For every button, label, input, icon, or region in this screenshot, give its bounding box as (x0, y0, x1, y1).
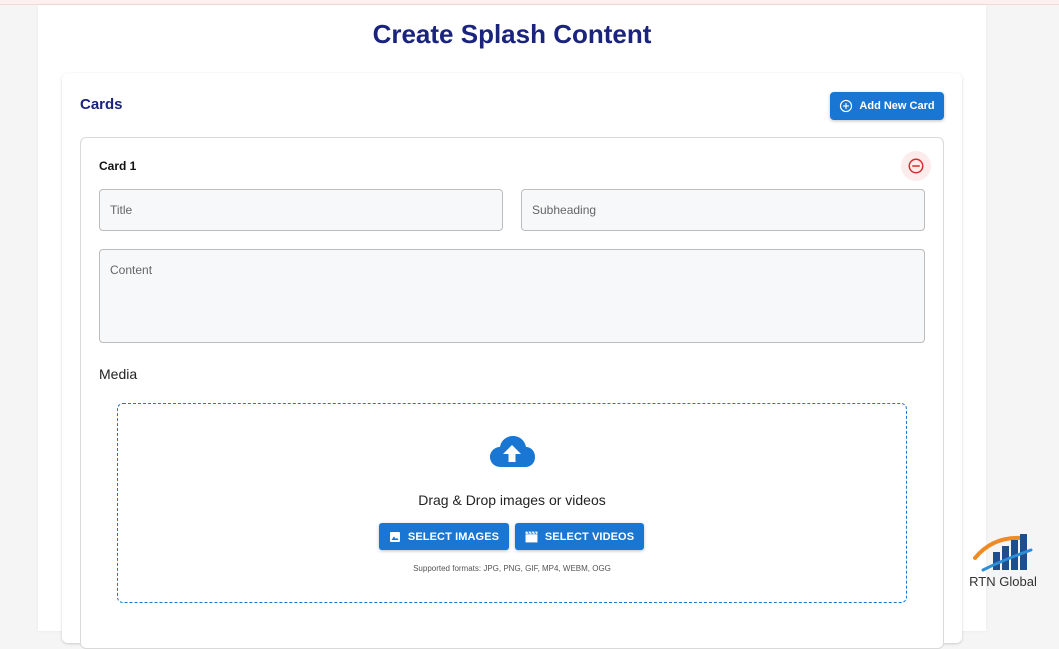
cards-heading: Cards (80, 96, 123, 113)
video-icon (525, 530, 538, 543)
title-field[interactable]: Title (99, 189, 503, 231)
subheading-field[interactable]: Subheading (521, 189, 925, 231)
add-new-card-button[interactable]: Add New Card (830, 92, 944, 120)
select-images-label: SELECT IMAGES (407, 530, 500, 543)
page-title: Create Splash Content (372, 19, 652, 49)
card-title: Card 1 (99, 159, 137, 173)
rtn-global-logo: RTN Global (963, 530, 1043, 594)
select-images-button[interactable]: SELECT IMAGES (379, 523, 509, 550)
add-new-card-label: Add New Card (859, 100, 935, 112)
minus-circle-icon (907, 157, 925, 175)
cloud-upload-icon (488, 434, 536, 470)
cards-panel: Cards Add New Card Card 1 Title Subheadi… (62, 73, 962, 649)
select-videos-button[interactable]: SELECT VIDEOS (515, 523, 644, 550)
media-label: Media (99, 366, 138, 382)
title-placeholder: Title (110, 203, 133, 217)
card-item: Card 1 Title Subheading Content Media Dr… (80, 137, 944, 649)
select-videos-label: SELECT VIDEOS (544, 530, 635, 543)
image-icon (389, 531, 401, 543)
subheading-placeholder: Subheading (532, 203, 597, 217)
supported-formats-text: Supported formats: JPG, PNG, GIF, MP4, W… (413, 564, 611, 573)
media-dropzone[interactable]: Drag & Drop images or videos SELECT IMAG… (117, 403, 907, 603)
logo-text: RTN Global (969, 574, 1037, 589)
plus-circle-icon (839, 99, 853, 113)
content-textarea[interactable]: Content (99, 249, 925, 343)
main-page: Create Splash Content Cards Add New Card… (38, 5, 986, 649)
remove-card-button[interactable] (901, 151, 931, 181)
logo-mark-icon (973, 534, 1033, 572)
dropzone-text: Drag & Drop images or videos (418, 492, 606, 508)
content-placeholder: Content (110, 263, 153, 277)
